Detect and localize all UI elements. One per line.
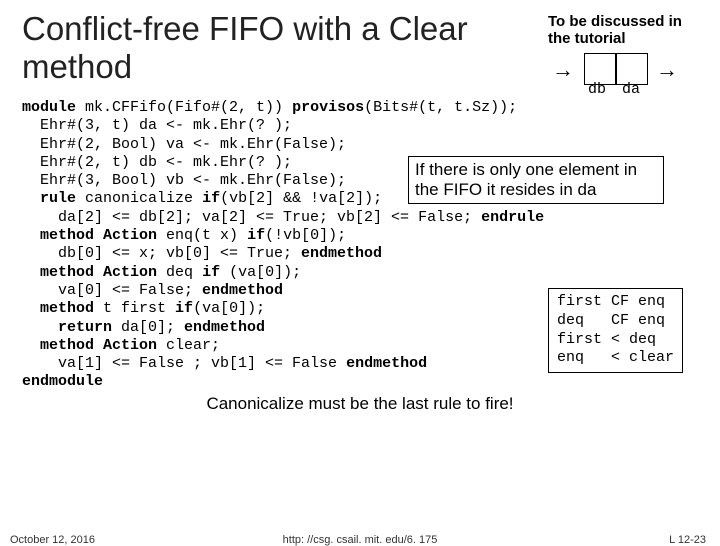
- callout-element-location: If there is only one element in the FIFO…: [408, 156, 664, 204]
- footer-page: L 12-23: [669, 534, 706, 546]
- da-label: da: [622, 81, 640, 98]
- footer-url: http: //csg. csail. mit. edu/6. 175: [0, 534, 720, 546]
- fifo-diagram: → → db da: [548, 55, 698, 95]
- page-title: Conflict-free FIFO with a Clear method: [22, 10, 536, 86]
- arrow-out-icon: →: [656, 57, 678, 83]
- arrow-in-icon: →: [552, 57, 574, 83]
- discuss-note: To be discussed in the tutorial: [548, 14, 698, 47]
- callout-ordering: first CF enq deq CF enq first < deq enq …: [548, 288, 683, 373]
- db-label: db: [588, 81, 606, 98]
- canonical-note: Canonicalize must be the last rule to fi…: [22, 394, 698, 414]
